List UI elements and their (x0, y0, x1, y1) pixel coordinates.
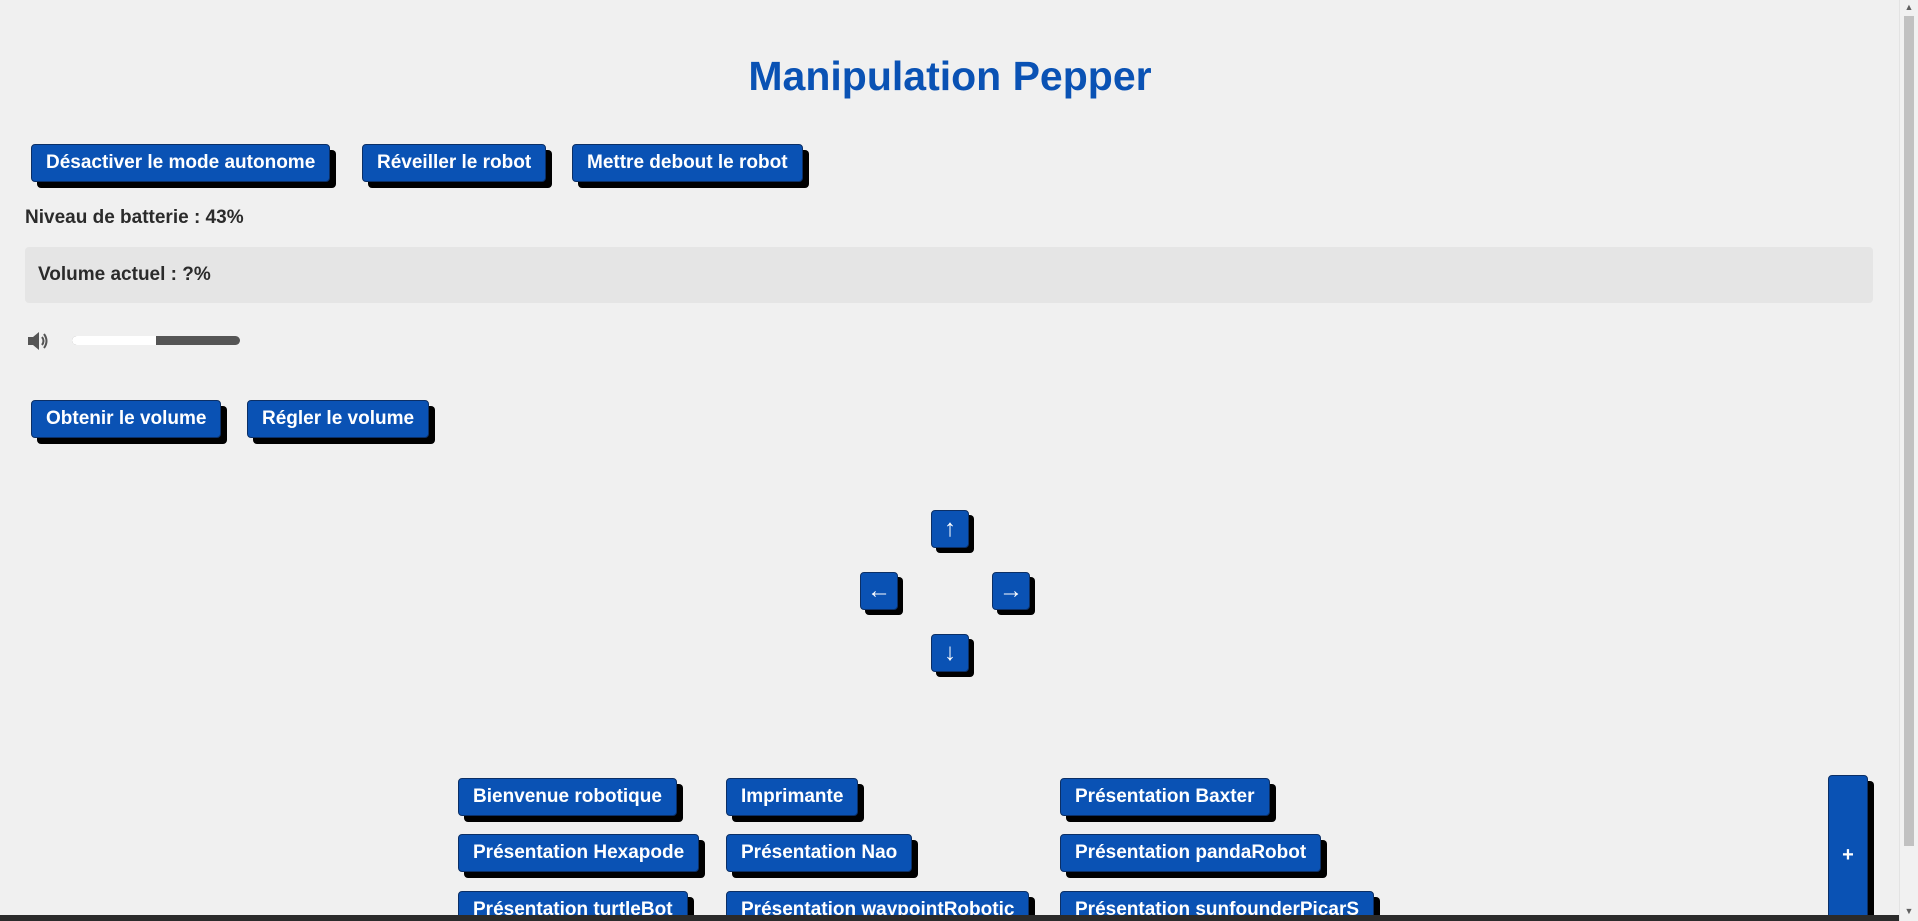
battery-level: Niveau de batterie : 43% (25, 207, 244, 228)
scroll-up-arrow-icon[interactable]: ▲ (1904, 2, 1914, 12)
get-volume-button[interactable]: Obtenir le volume (31, 400, 222, 438)
page-title: Manipulation Pepper (748, 53, 1152, 99)
stand-robot-button[interactable]: Mettre debout le robot (572, 144, 803, 182)
presentation-nao-button[interactable]: Présentation Nao (726, 834, 913, 872)
bienvenue-robotique-button[interactable]: Bienvenue robotique (458, 778, 677, 816)
move-left-button[interactable]: ← (860, 572, 898, 610)
more-button[interactable]: + (1828, 775, 1868, 921)
move-down-button[interactable]: ↓ (931, 634, 969, 672)
presentation-baxter-button[interactable]: Présentation Baxter (1060, 778, 1270, 816)
scrollbar-thumb[interactable] (1904, 16, 1914, 846)
imprimante-button[interactable]: Imprimante (726, 778, 859, 816)
speaker-icon[interactable] (26, 330, 50, 352)
move-up-button[interactable]: ↑ (931, 510, 969, 548)
move-right-button[interactable]: → (992, 572, 1030, 610)
current-volume-text: Volume actuel : ?% (38, 264, 211, 285)
vertical-scrollbar[interactable]: ▲ ▼ (1899, 0, 1918, 921)
volume-panel: Volume actuel : ?% (25, 247, 1873, 303)
volume-slider-fill (72, 336, 156, 345)
presentation-pandarobot-button[interactable]: Présentation pandaRobot (1060, 834, 1322, 872)
volume-slider[interactable] (72, 336, 240, 345)
page: Manipulation Pepper Désactiver le mode a… (0, 0, 1918, 921)
bottom-edge-bar (0, 915, 1900, 921)
disable-autonomous-button[interactable]: Désactiver le mode autonome (31, 144, 331, 182)
wake-robot-button[interactable]: Réveiller le robot (362, 144, 547, 182)
scroll-down-arrow-icon[interactable]: ▼ (1904, 906, 1914, 916)
presentation-hexapode-button[interactable]: Présentation Hexapode (458, 834, 700, 872)
set-volume-button[interactable]: Régler le volume (247, 400, 430, 438)
